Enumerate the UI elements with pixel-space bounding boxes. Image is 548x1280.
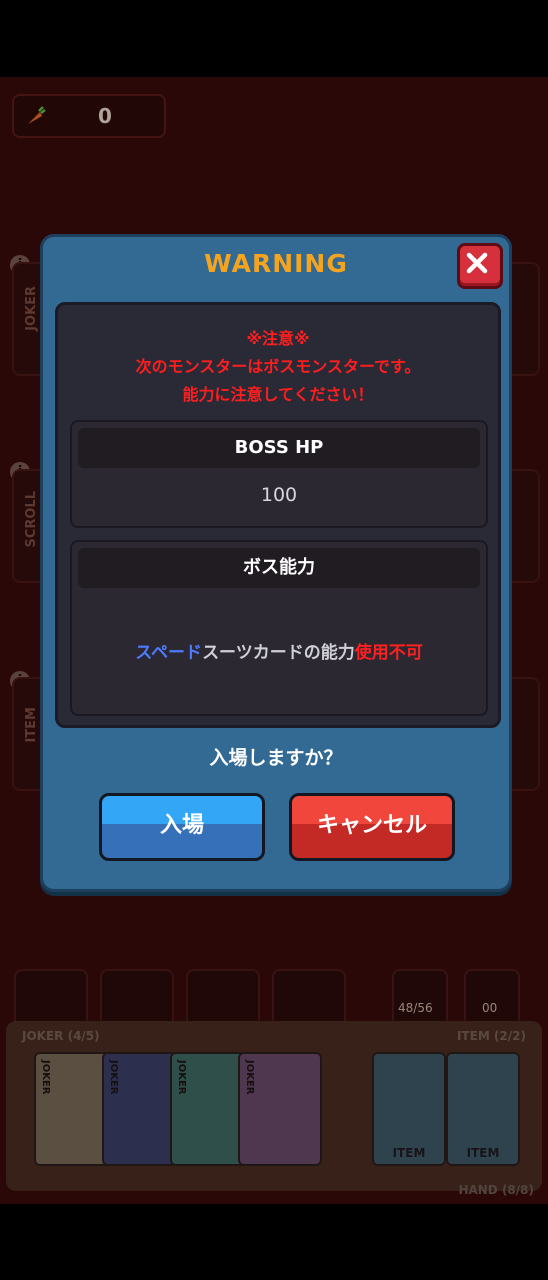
boss-ability-label: ボス能力 (78, 548, 480, 588)
cancel-button[interactable]: キャンセル (289, 793, 455, 861)
ability-disabled: 使用不可 (354, 643, 423, 663)
boss-hp-value: 100 (260, 484, 298, 506)
ability-suit-spade: スペード (135, 643, 203, 663)
warning-dialog: WARNING ※注意※ 次のモンスターはボスモンスターです。 能力に注意してく… (40, 234, 512, 892)
notice-line-1: 次のモンスターはボスモンスターです。 (135, 357, 421, 376)
boss-hp-box: BOSS HP 100 (70, 420, 488, 528)
notice-heading: ※注意※ (246, 329, 310, 348)
dialog-content-panel: ※注意※ 次のモンスターはボスモンスターです。 能力に注意してください！ BOS… (55, 302, 501, 728)
boss-ability-text: スペードスーツカードの能力使用不可 (72, 638, 486, 663)
close-button[interactable] (457, 243, 503, 289)
boss-hp-label: BOSS HP (78, 428, 480, 468)
dialog-title: WARNING (204, 249, 348, 278)
enter-button[interactable]: 入場 (99, 793, 265, 861)
boss-ability-box: ボス能力 スペードスーツカードの能力使用不可 (70, 540, 488, 716)
ability-desc: スーツカードの能力 (202, 643, 355, 663)
close-icon (466, 252, 488, 274)
notice-line-2: 能力に注意してください！ (182, 385, 374, 404)
enter-question: 入場しますか？ (209, 747, 343, 769)
